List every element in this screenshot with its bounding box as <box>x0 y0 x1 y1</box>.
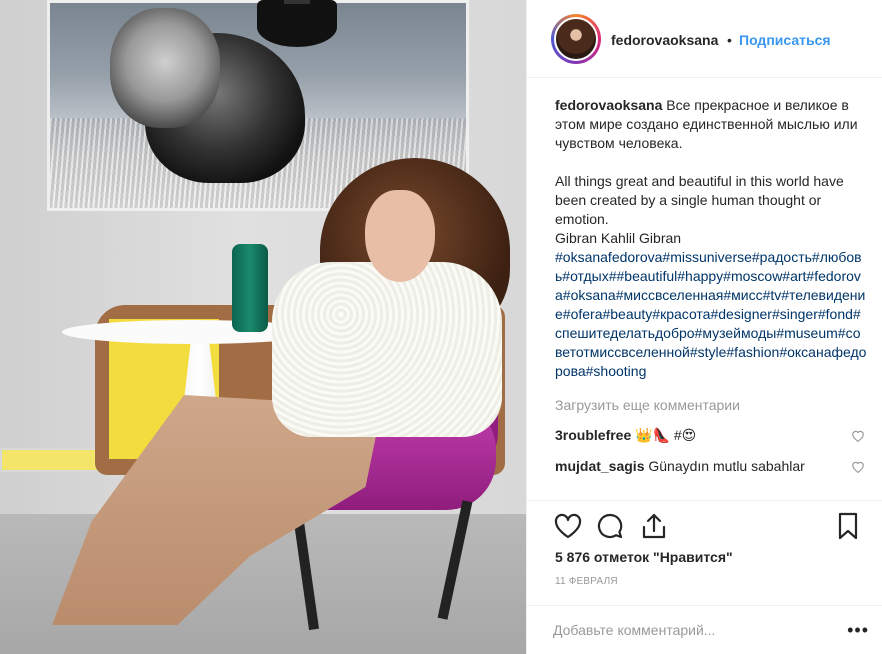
caption-text-en: All things great and beautiful in this w… <box>555 173 844 246</box>
woman-white-top <box>272 262 502 437</box>
post-header: fedorovaoksana • Подписаться <box>527 0 882 78</box>
share-icon[interactable] <box>639 511 669 541</box>
comment-input[interactable] <box>553 618 823 642</box>
comment-username[interactable]: mujdat_sagis <box>555 458 644 474</box>
comment-row: mujdat_sagis Günaydın mutlu sabahlar <box>555 457 867 475</box>
follow-button[interactable]: Подписаться <box>739 32 831 48</box>
comment-username[interactable]: 3roublefree <box>555 427 631 443</box>
bookmark-icon[interactable] <box>833 511 863 541</box>
comment-text: Günaydın mutlu sabahlar <box>648 458 805 474</box>
heart-icon[interactable] <box>851 429 865 442</box>
caption-username[interactable]: fedorovaoksana <box>555 97 662 113</box>
action-bar <box>553 511 859 541</box>
header-username[interactable]: fedorovaoksana <box>611 32 718 48</box>
pendant-lamp <box>257 0 337 47</box>
post-side-panel: fedorovaoksana • Подписаться fedorovaoks… <box>526 0 882 654</box>
comment-row: 3roublefree 👑👠 #😍 <box>555 426 867 444</box>
comment-text: 👑👠 #😍 <box>635 427 697 443</box>
comment-icon[interactable] <box>595 511 625 541</box>
more-options-icon[interactable]: ••• <box>847 620 869 641</box>
add-comment-bar: ••• <box>527 605 882 654</box>
green-vase <box>232 244 268 332</box>
likes-count[interactable]: 5 876 отметок "Нравится" <box>555 549 733 565</box>
post-date[interactable]: 11 февраля <box>555 576 618 587</box>
woman-face <box>365 190 435 282</box>
header-separator-dot: • <box>727 32 732 48</box>
post-photo[interactable] <box>0 0 526 654</box>
load-more-comments[interactable]: Загрузить еще комментарии <box>555 397 867 413</box>
avatar[interactable] <box>551 14 601 64</box>
post-footer: 5 876 отметок "Нравится" 11 февраля ••• <box>527 500 882 654</box>
yellow-shelf <box>0 448 100 472</box>
heart-icon[interactable] <box>553 511 583 541</box>
heart-icon[interactable] <box>851 460 865 473</box>
caption-hashtags[interactable]: #oksanafedorova#missuniverse#радость#люб… <box>555 248 867 381</box>
post-caption: fedorovaoksana Все прекрасное и великое … <box>555 96 867 381</box>
comments-list[interactable]: fedorovaoksana Все прекрасное и великое … <box>555 96 867 500</box>
